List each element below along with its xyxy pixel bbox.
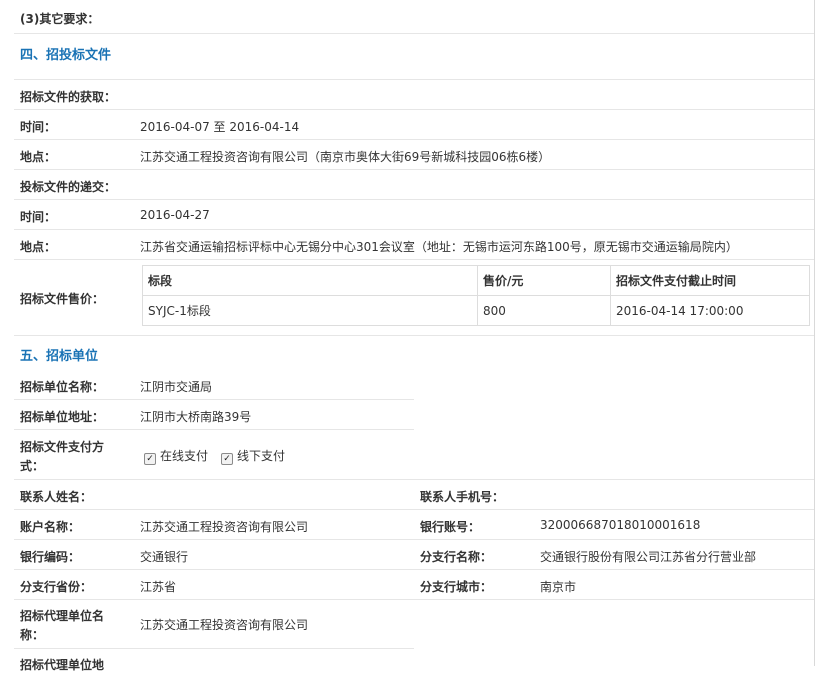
section-title-tenderer: 五、招标单位 (20, 349, 99, 364)
obtain-time-row: 时间： 2016-04-07 至 2016-04-14 (14, 110, 814, 140)
submit-row: 投标文件的递交： (14, 170, 814, 200)
bank-code-label: 银行编码： (20, 550, 81, 564)
online-label: 在线支付 (160, 449, 209, 463)
obtain-row: 招标文件的获取： (14, 80, 814, 110)
unit-name-row: 招标单位名称： 江阴市交通局 (14, 370, 414, 400)
other-requirements-label: (3)其它要求： (20, 12, 100, 26)
payment-label-line1: 招标文件支付方 (20, 440, 105, 454)
payment-offline-option[interactable]: ✓ 线下支付 (221, 447, 285, 465)
section-tenderer: 五、招标单位 (14, 336, 814, 369)
agent-name-row: 招标代理单位名 称： 江苏交通工程投资咨询有限公司 (14, 600, 414, 649)
sale-label: 招标文件售价： (20, 292, 105, 306)
account-row: 账户名称： 江苏交通工程投资咨询有限公司 银行账号： 3200066870180… (14, 510, 814, 540)
online-checkbox[interactable]: ✓ (144, 453, 156, 465)
submit-place-row: 地点： 江苏省交通运输招标评标中心无锡分中心301会议室（地址：无锡市运河东路1… (14, 230, 814, 260)
cell-section: SYJC-1标段 (142, 295, 478, 326)
unit-addr-value: 江阴市大桥南路39号 (140, 410, 252, 424)
unit-addr-row: 招标单位地址： 江阴市大桥南路39号 (14, 400, 414, 430)
table-row: SYJC-1标段 800 2016-04-14 17:00:00 (142, 295, 810, 326)
offline-label: 线下支付 (237, 449, 286, 463)
unit-name-label: 招标单位名称： (20, 380, 105, 394)
contact-row: 联系人姓名： 联系人手机号： (14, 480, 814, 510)
obtain-time-value: 2016-04-07 至 2016-04-14 (140, 120, 300, 134)
phone-label: 联系人手机号： (420, 490, 505, 504)
bank-account-value: 32000668701801000161​8 (540, 518, 701, 532)
cell-price: 800 (477, 295, 611, 326)
obtain-time-label: 时间： (20, 120, 57, 134)
submit-place-label: 地点： (20, 240, 57, 254)
section-bidding-docs: 四、招投标文件 (14, 34, 814, 80)
submit-time-label: 时间： (20, 210, 57, 224)
other-requirements-row: (3)其它要求： (14, 0, 814, 34)
header-section: 标段 (142, 265, 478, 296)
agent-name-label-line1: 招标代理单位名 (20, 609, 105, 623)
agent-name-value: 江苏交通工程投资咨询有限公司 (140, 618, 309, 632)
account-name-value: 江苏交通工程投资咨询有限公司 (140, 520, 309, 534)
header-deadline: 招标文件支付截止时间 (610, 265, 810, 296)
branch-province-label: 分支行省份： (20, 580, 93, 594)
bank-row: 银行编码： 交通银行 分支行名称： 交通银行股份有限公司江苏省分行营业部 (14, 540, 814, 570)
section-title-bidding-docs: 四、招投标文件 (20, 48, 112, 63)
submit-label: 投标文件的递交： (20, 180, 117, 194)
payment-label-line2: 式： (20, 459, 45, 473)
branch-name-label: 分支行名称： (420, 550, 493, 564)
branch-name-value: 交通银行股份有限公司江苏省分行营业部 (540, 550, 757, 564)
cell-deadline: 2016-04-14 17:00:00 (610, 295, 810, 326)
submit-time-value: 2016-04-27 (140, 208, 210, 222)
agent-addr-row: 招标代理单位地 (14, 649, 414, 678)
obtain-place-row: 地点： 江苏交通工程投资咨询有限公司（南京市奥体大街69号新城科技园06栋6楼） (14, 140, 814, 170)
account-name-label: 账户名称： (20, 520, 81, 534)
branch-province-value: 江苏省 (140, 580, 177, 594)
announcement-panel: (3)其它要求： 四、招投标文件 招标文件的获取： 时间： 2016-04-07… (14, 0, 814, 672)
price-table: 标段 售价/元 招标文件支付截止时间 SYJC-1标段 800 2016-04-… (142, 265, 810, 326)
panel-right-border (814, 0, 815, 666)
bank-account-label: 银行账号： (420, 520, 481, 534)
branch-location-row: 分支行省份： 江苏省 分支行城市： 南京市 (14, 570, 814, 600)
agent-name-label-line2: 称： (20, 628, 45, 642)
submit-time-row: 时间： 2016-04-27 (14, 200, 814, 230)
offline-checkbox[interactable]: ✓ (221, 453, 233, 465)
bank-code-value: 交通银行 (140, 550, 189, 564)
branch-city-label: 分支行城市： (420, 580, 493, 594)
payment-online-option[interactable]: ✓ 在线支付 (144, 447, 208, 465)
obtain-label: 招标文件的获取： (20, 90, 117, 104)
obtain-place-label: 地点： (20, 150, 57, 164)
payment-row: 招标文件支付方 式： ✓ 在线支付 ✓ 线下支付 (14, 430, 814, 480)
unit-addr-label: 招标单位地址： (20, 410, 105, 424)
branch-city-value: 南京市 (540, 580, 577, 594)
contact-label: 联系人姓名： (20, 490, 93, 504)
table-header-row: 标段 售价/元 招标文件支付截止时间 (142, 265, 810, 296)
obtain-place-value: 江苏交通工程投资咨询有限公司（南京市奥体大街69号新城科技园06栋6楼） (140, 150, 551, 164)
submit-place-value: 江苏省交通运输招标评标中心无锡分中心301会议室（地址：无锡市运河东路100号，… (140, 240, 738, 254)
unit-name-value: 江阴市交通局 (140, 380, 213, 394)
agent-addr-label: 招标代理单位地 (20, 658, 105, 672)
header-price: 售价/元 (477, 265, 611, 296)
